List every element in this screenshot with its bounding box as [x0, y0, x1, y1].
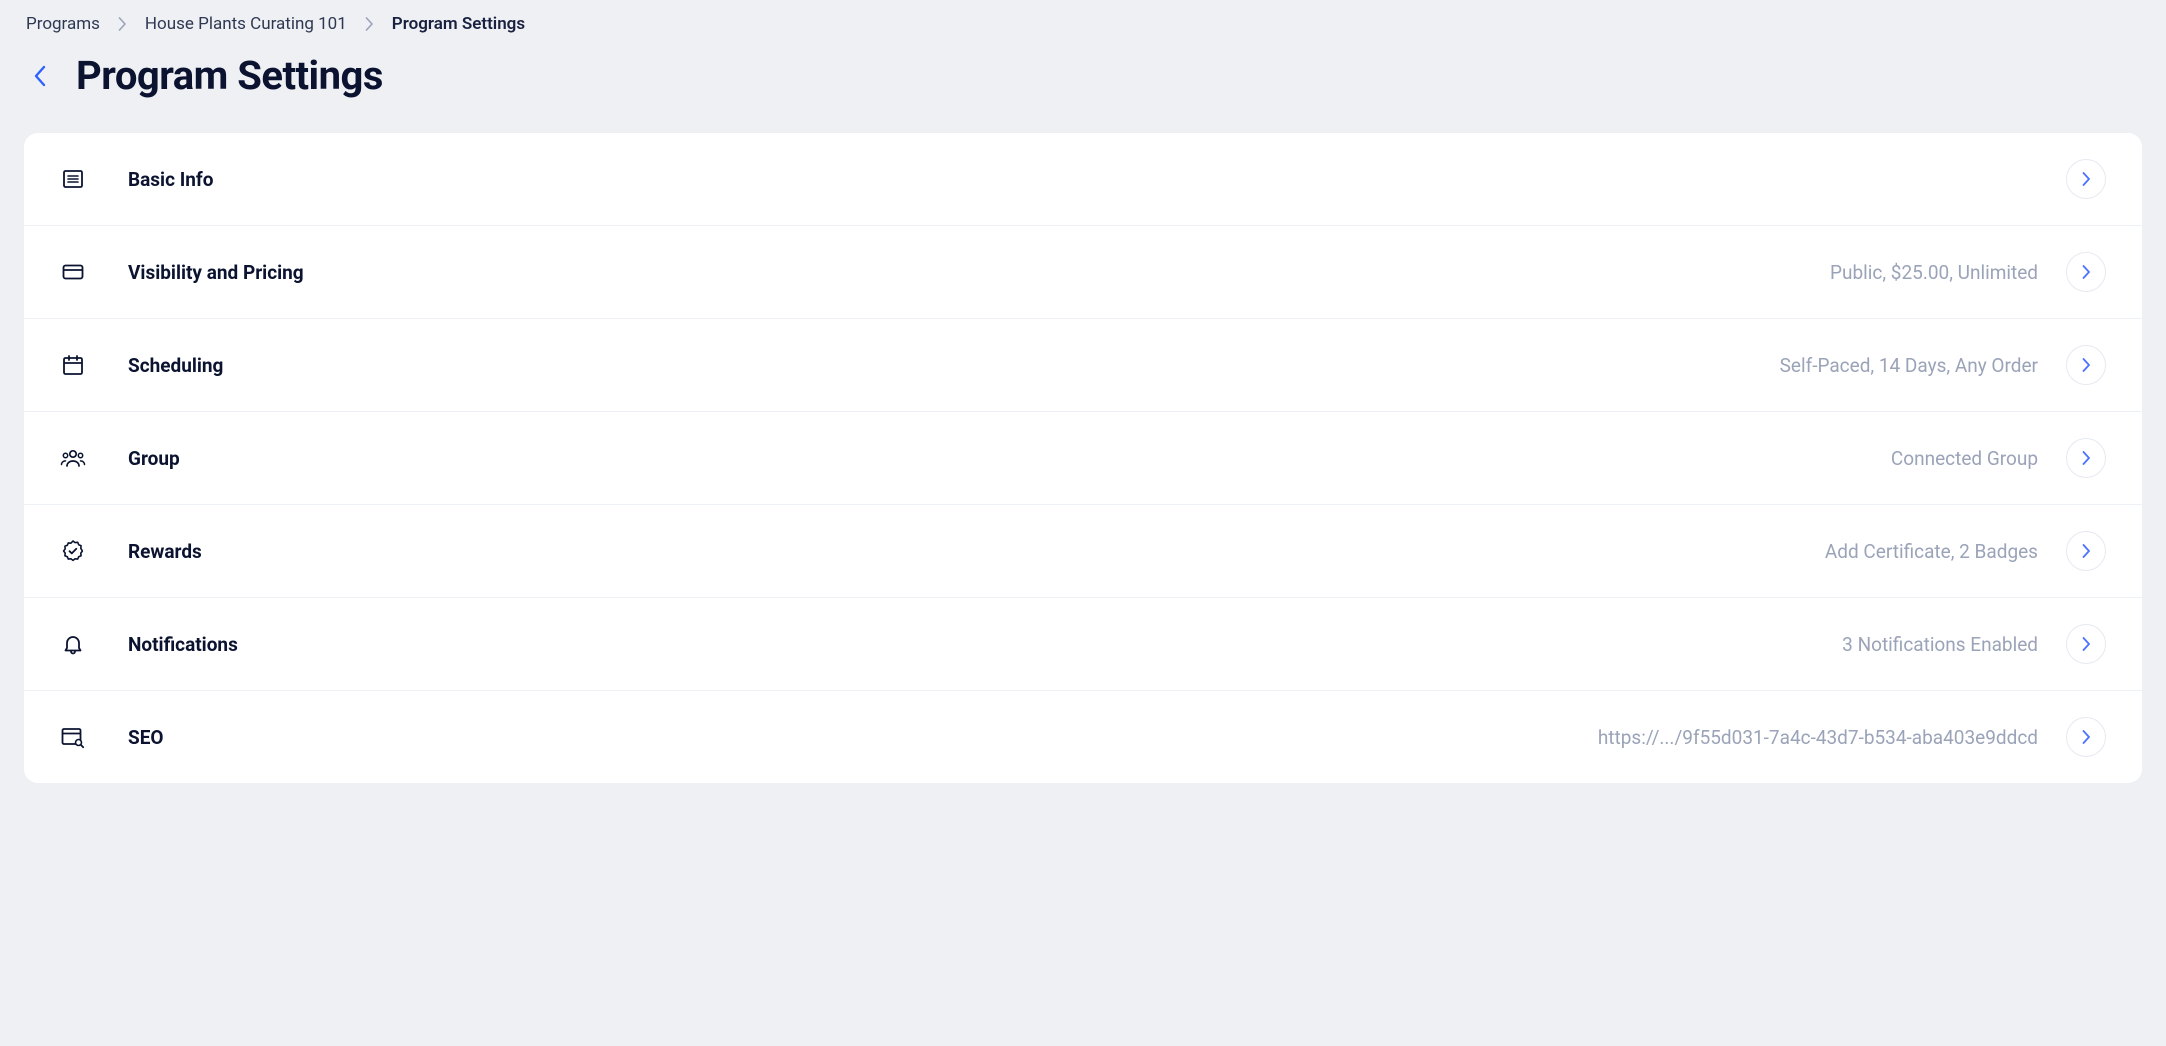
chevron-right-icon: [2082, 265, 2091, 279]
badge-check-icon: [60, 538, 86, 564]
browser-search-icon: [60, 724, 86, 750]
page-title: Program Settings: [76, 52, 383, 99]
section-seo[interactable]: SEO https://.../9f55d031-7a4c-43d7-b534-…: [24, 691, 2142, 783]
chevron-right-icon: [2082, 451, 2091, 465]
settings-card: Basic Info Visibility and Pricing Public…: [24, 133, 2142, 783]
section-title: Rewards: [128, 540, 202, 563]
breadcrumb: Programs House Plants Curating 101 Progr…: [24, 14, 2142, 34]
section-basic-info[interactable]: Basic Info: [24, 133, 2142, 226]
open-section-button[interactable]: [2066, 252, 2106, 292]
chevron-right-icon: [2082, 637, 2091, 651]
open-section-button[interactable]: [2066, 438, 2106, 478]
section-rewards[interactable]: Rewards Add Certificate, 2 Badges: [24, 505, 2142, 598]
open-section-button[interactable]: [2066, 345, 2106, 385]
breadcrumb-program-name[interactable]: House Plants Curating 101: [145, 14, 347, 34]
section-summary: 3 Notifications Enabled: [1842, 633, 2038, 656]
breadcrumb-current: Program Settings: [392, 14, 525, 34]
section-title: Scheduling: [128, 354, 223, 377]
chevron-right-icon: [2082, 358, 2091, 372]
open-section-button[interactable]: [2066, 717, 2106, 757]
section-group[interactable]: Group Connected Group: [24, 412, 2142, 505]
chevron-left-icon: [33, 65, 47, 87]
breadcrumb-programs[interactable]: Programs: [26, 14, 100, 34]
section-title: Visibility and Pricing: [128, 261, 304, 284]
section-title: Notifications: [128, 633, 238, 656]
calendar-icon: [60, 352, 86, 378]
bell-icon: [60, 631, 86, 657]
section-visibility-pricing[interactable]: Visibility and Pricing Public, $25.00, U…: [24, 226, 2142, 319]
chevron-right-icon: [2082, 730, 2091, 744]
section-title: Basic Info: [128, 168, 213, 191]
section-summary: Add Certificate, 2 Badges: [1825, 540, 2038, 563]
section-title: SEO: [128, 726, 164, 749]
section-scheduling[interactable]: Scheduling Self-Paced, 14 Days, Any Orde…: [24, 319, 2142, 412]
section-summary: Public, $25.00, Unlimited: [1830, 261, 2038, 284]
chevron-right-icon: [2082, 172, 2091, 186]
section-summary: https://.../9f55d031-7a4c-43d7-b534-aba4…: [1598, 726, 2038, 749]
page-header: Program Settings: [24, 52, 2142, 99]
group-icon: [60, 445, 86, 471]
credit-card-icon: [60, 259, 86, 285]
chevron-right-icon: [118, 17, 127, 31]
open-section-button[interactable]: [2066, 531, 2106, 571]
section-summary: Self-Paced, 14 Days, Any Order: [1780, 354, 2038, 377]
open-section-button[interactable]: [2066, 159, 2106, 199]
open-section-button[interactable]: [2066, 624, 2106, 664]
section-summary: Connected Group: [1891, 447, 2038, 470]
list-icon: [60, 166, 86, 192]
chevron-right-icon: [2082, 544, 2091, 558]
back-button[interactable]: [26, 62, 54, 90]
section-notifications[interactable]: Notifications 3 Notifications Enabled: [24, 598, 2142, 691]
chevron-right-icon: [365, 17, 374, 31]
section-title: Group: [128, 447, 180, 470]
